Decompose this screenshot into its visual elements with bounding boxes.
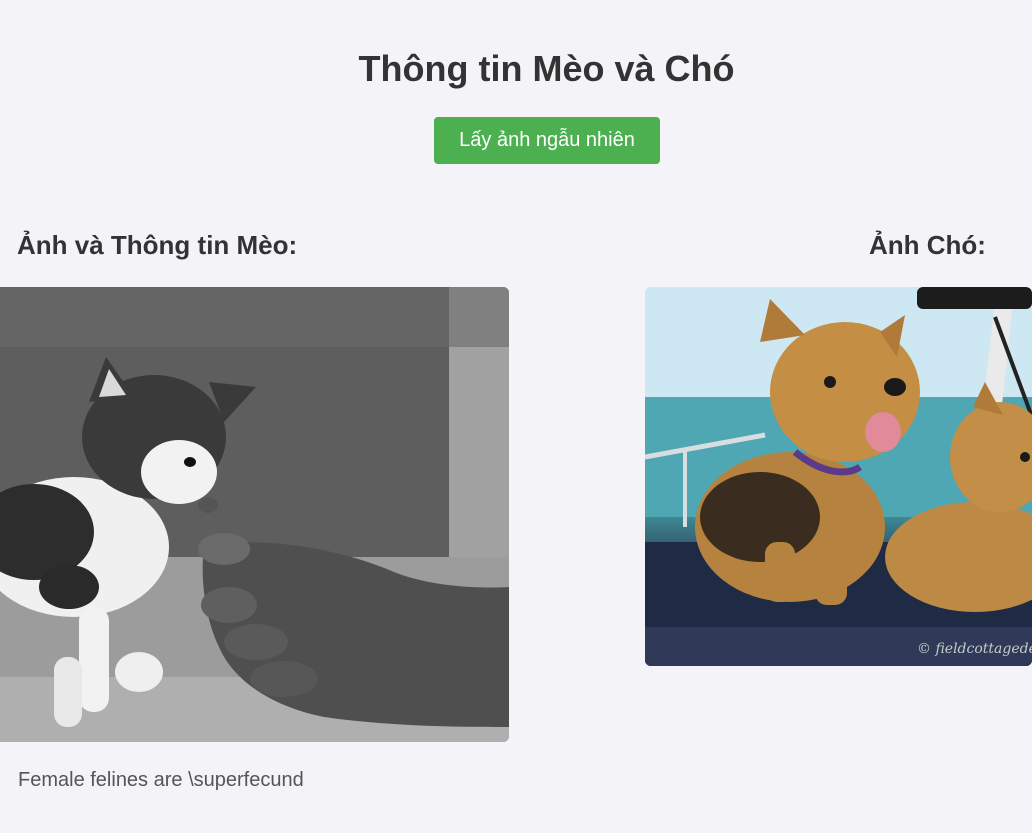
dog-section-heading: Ảnh Chó: [869, 230, 986, 260]
random-image-button[interactable]: Lấy ảnh ngẫu nhiên [434, 117, 660, 164]
cat-photo-illustration [0, 287, 509, 742]
cat-fact-text: Female felines are \superfecund [18, 769, 304, 791]
dog-photo: © fieldcottagede [645, 287, 1032, 666]
dog-photo-illustration: © fieldcottagede [645, 287, 1032, 666]
page-title: Thông tin Mèo và Chó [358, 48, 735, 89]
photo-watermark: © fieldcottagede [917, 641, 1032, 657]
cat-photo [0, 287, 509, 742]
cat-section-heading: Ảnh và Thông tin Mèo: [17, 230, 298, 260]
